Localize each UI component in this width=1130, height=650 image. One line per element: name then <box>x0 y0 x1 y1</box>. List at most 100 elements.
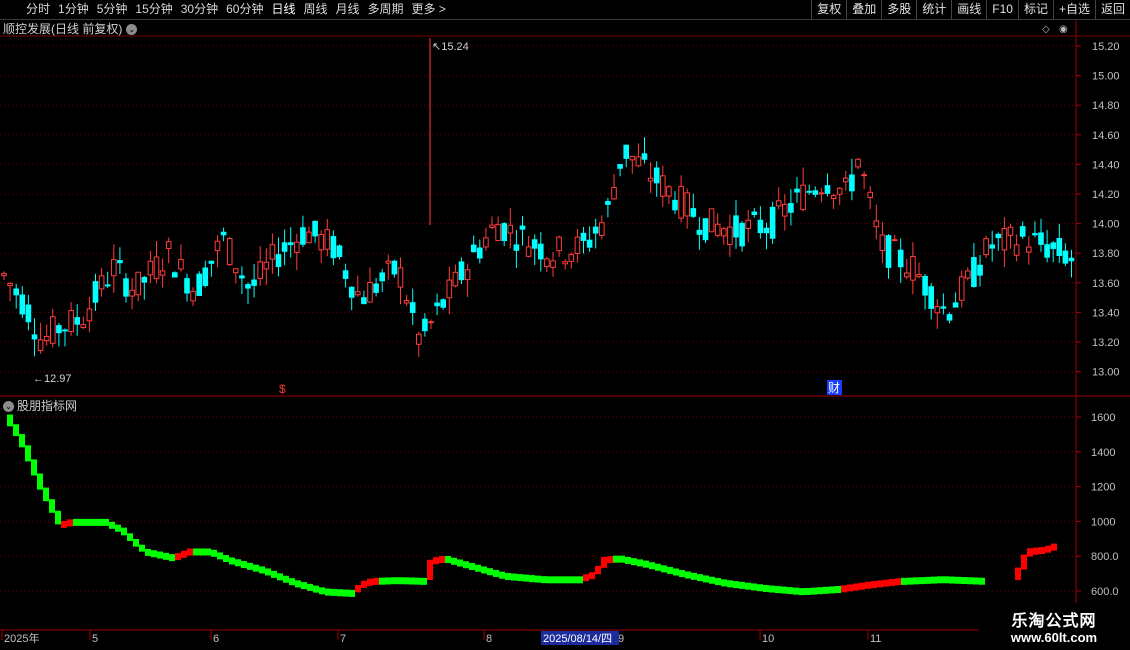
candle-body <box>1007 226 1014 236</box>
indicator-segment <box>55 510 61 525</box>
indicator-segment <box>7 414 13 427</box>
indicator-segment <box>637 559 643 567</box>
candle-body <box>1062 250 1069 264</box>
y-tick-label: 13.40 <box>1092 307 1120 319</box>
candle-body <box>617 164 623 169</box>
kline-chart[interactable]: 15.20 15.00 14.80 14.60 14.40 14.20 14.00 13.80… <box>0 0 1130 650</box>
candle-body <box>117 260 123 264</box>
candle-body <box>855 158 861 168</box>
indicator-segment <box>409 577 415 585</box>
indicator-segment <box>889 578 895 586</box>
indicator-segment <box>343 589 349 597</box>
indicator-segment <box>109 521 115 529</box>
candle-body <box>263 261 270 270</box>
indicator-segment <box>355 585 361 593</box>
indicator-segment <box>457 559 463 567</box>
indicator-segment <box>361 580 367 588</box>
candle-body <box>599 222 605 236</box>
indicator-segment <box>805 587 811 595</box>
candle-body <box>751 211 758 216</box>
candle-body <box>489 224 495 229</box>
indicator-segment <box>139 544 145 552</box>
candle-body <box>836 187 843 195</box>
candle-body <box>928 286 935 309</box>
candle-body <box>452 271 459 287</box>
candle-body <box>867 191 874 198</box>
candle-body <box>477 247 483 259</box>
indicator-segment <box>295 580 301 588</box>
indicator-segment <box>31 459 37 476</box>
indicator-segment <box>103 518 109 526</box>
candle-body <box>104 284 111 287</box>
indicator-segment <box>523 574 529 582</box>
candle-body <box>403 300 410 304</box>
candle-body <box>281 242 288 252</box>
indicator-segment <box>925 576 931 584</box>
indicator-segment <box>1045 545 1051 553</box>
candle-body <box>794 188 800 193</box>
indicator-segment <box>721 579 727 587</box>
indicator-segment <box>151 550 157 558</box>
candle-body <box>934 306 941 314</box>
candle-body <box>592 226 599 234</box>
indicator-segment <box>241 561 247 569</box>
indicator-segment <box>421 577 427 585</box>
indicator-segment <box>511 573 517 581</box>
candle-body <box>318 233 324 251</box>
candle-body <box>43 335 50 342</box>
candle-body <box>1 272 7 277</box>
candle-body <box>818 192 825 195</box>
indicator-segment <box>895 578 901 586</box>
y-tick-label: 14.60 <box>1092 130 1120 142</box>
date-label: 10 <box>762 633 774 645</box>
indicator-segment <box>19 434 25 448</box>
candle-body <box>373 283 379 293</box>
candle-body <box>653 167 660 184</box>
candle-body <box>300 227 306 245</box>
indicator-segment <box>547 576 553 584</box>
candle-body <box>92 281 99 303</box>
candle-body <box>1032 233 1038 236</box>
candle-body <box>1019 226 1026 237</box>
candle-body <box>721 228 727 237</box>
candle-body <box>1013 244 1020 256</box>
indicator-segment <box>781 586 787 594</box>
indicator-segment <box>961 577 967 585</box>
candle-body <box>714 223 721 236</box>
indicator-segment <box>859 582 865 590</box>
indicator-segment <box>757 584 763 592</box>
indicator-segment <box>223 555 229 563</box>
candle-body <box>629 155 636 161</box>
indicator-segment <box>187 548 193 556</box>
candle-body <box>922 275 928 296</box>
candle-body <box>885 235 892 268</box>
candle-body <box>470 244 477 253</box>
indicator-segment <box>91 518 97 526</box>
candle-body <box>1026 246 1032 253</box>
candle-body <box>428 321 434 324</box>
indicator-segment <box>217 552 223 560</box>
candle-body <box>257 261 263 279</box>
indicator-segment <box>253 564 259 572</box>
indicator-segment <box>271 570 277 578</box>
indicator-segment <box>289 578 295 586</box>
candle-body <box>446 279 453 299</box>
date-label: 7 <box>340 633 346 645</box>
cursor-date: 2025/08/14/四 <box>543 633 612 645</box>
candle-body <box>946 314 953 321</box>
candle-body <box>983 238 989 256</box>
candle-body <box>190 290 196 302</box>
indicator-segment <box>727 580 733 588</box>
candle-body <box>226 237 233 266</box>
candle-body <box>568 253 575 262</box>
candle-body <box>13 288 19 296</box>
y-tick-label: 1400 <box>1091 447 1115 459</box>
candle-body <box>68 310 74 333</box>
indicator-segment <box>325 588 331 596</box>
indicator-segment <box>403 577 409 585</box>
indicator-segment <box>793 587 799 595</box>
date-label: 8 <box>486 633 492 645</box>
indicator-segment <box>847 584 853 592</box>
indicator-segment <box>1021 554 1027 570</box>
candle-body <box>342 270 349 279</box>
